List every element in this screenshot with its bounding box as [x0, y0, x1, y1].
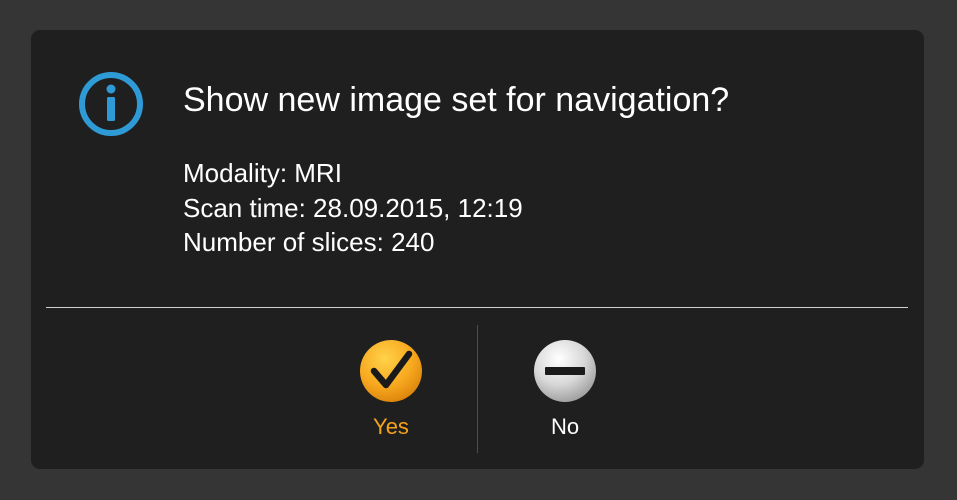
- dialog: Show new image set for navigation? Modal…: [31, 30, 924, 469]
- dialog-title: Show new image set for navigation?: [183, 81, 730, 119]
- checkmark-icon: [360, 340, 422, 402]
- dialog-details: Modality: MRI Scan time: 28.09.2015, 12:…: [183, 156, 523, 260]
- no-button[interactable]: No: [505, 338, 625, 450]
- info-icon: [79, 72, 143, 136]
- minus-icon: [534, 340, 596, 402]
- yes-button[interactable]: Yes: [331, 338, 451, 450]
- detail-scan-time: Scan time: 28.09.2015, 12:19: [183, 192, 523, 223]
- divider: [46, 307, 908, 308]
- button-divider: [477, 325, 478, 453]
- detail-slice-count: Number of slices: 240: [183, 227, 435, 257]
- yes-button-label: Yes: [373, 414, 409, 439]
- no-button-label: No: [550, 414, 580, 439]
- detail-modality: Modality: MRI: [183, 158, 342, 188]
